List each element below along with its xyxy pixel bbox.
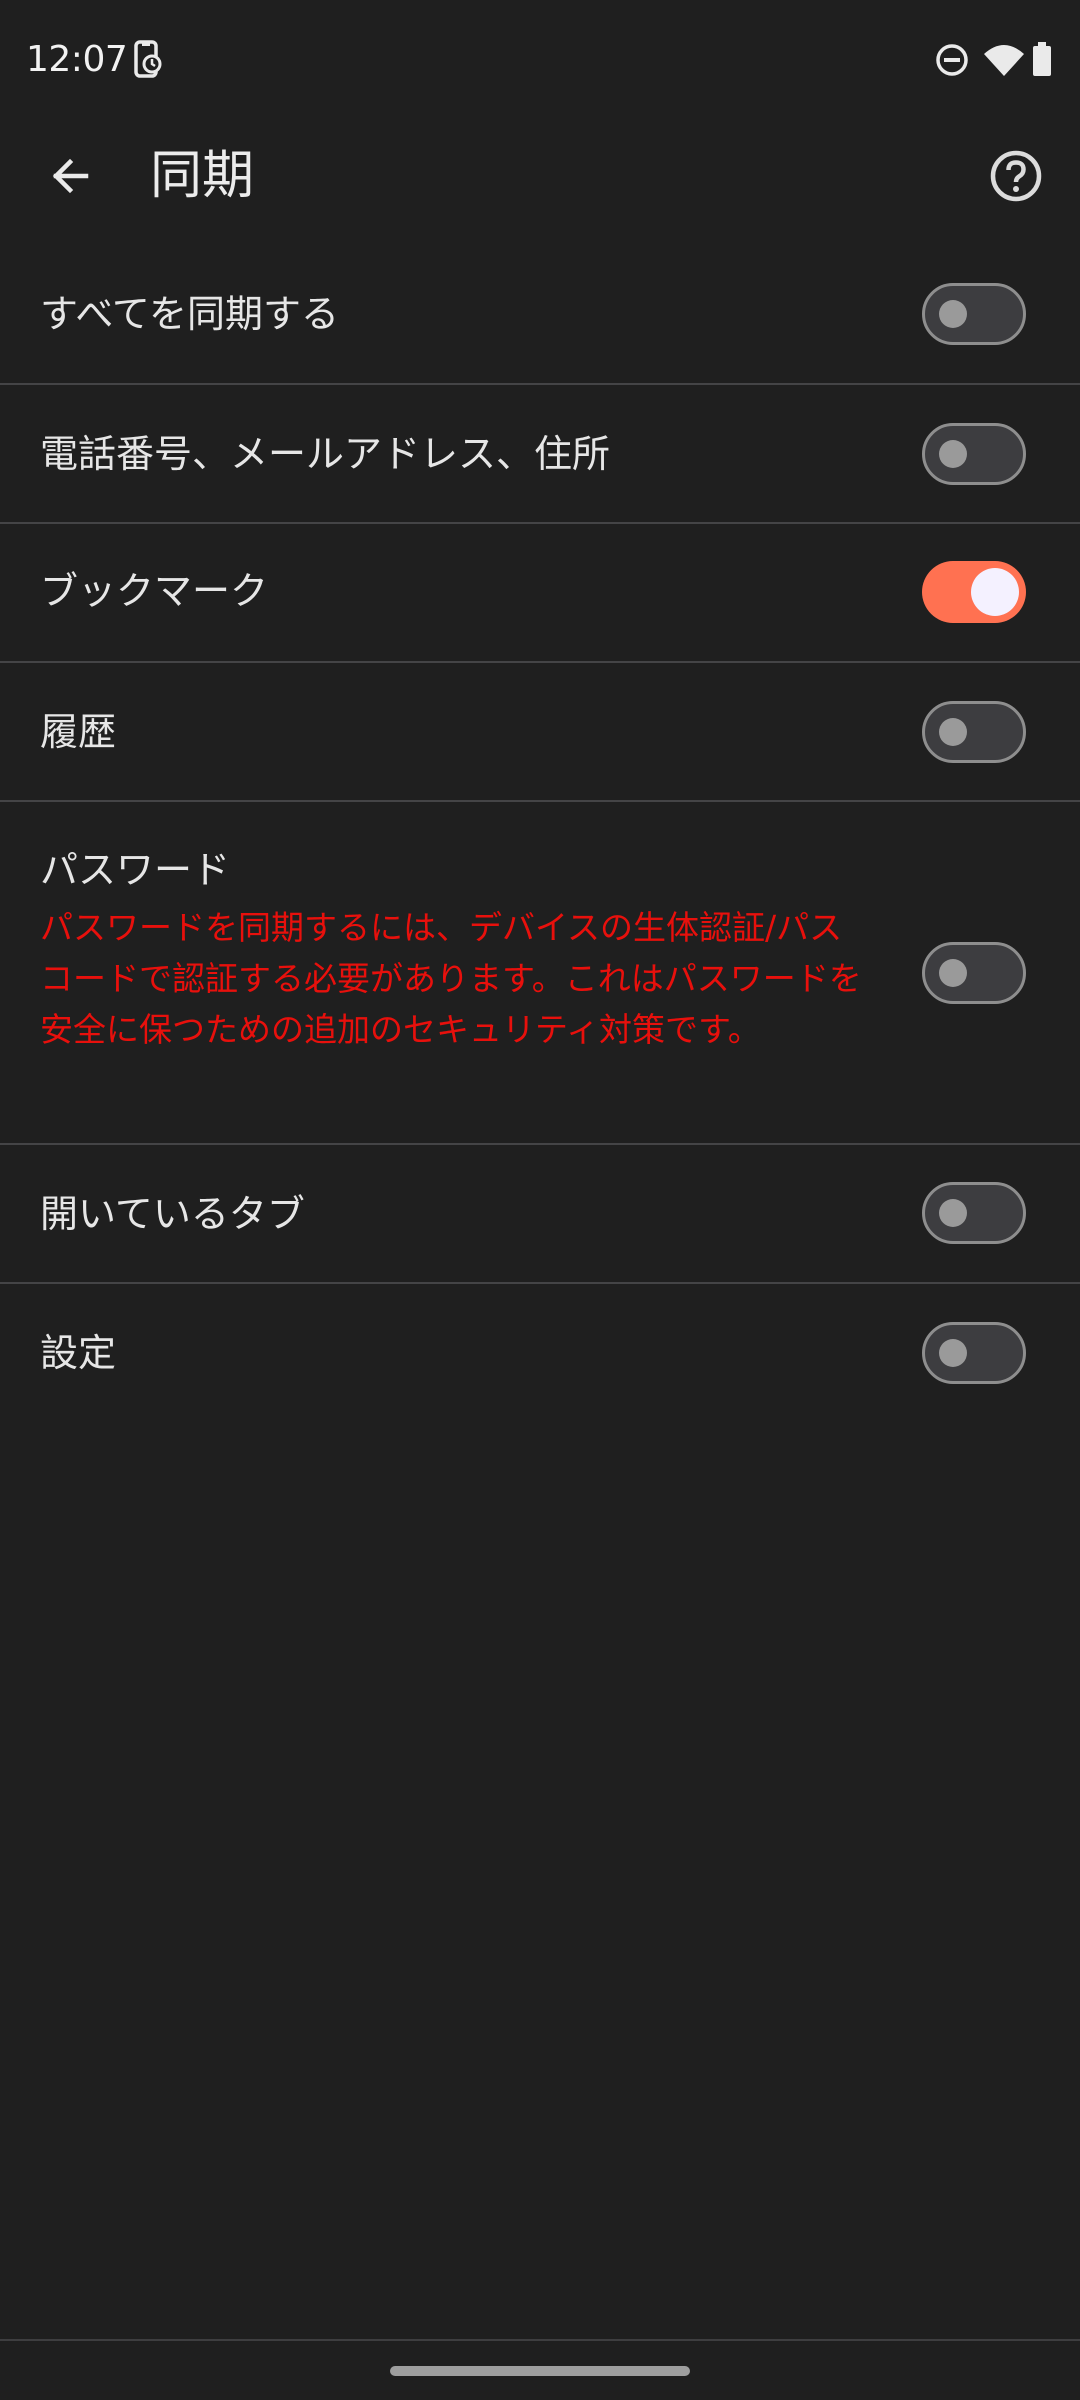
bookmarks-label: ブックマーク: [40, 569, 269, 613]
back-button[interactable]: [26, 132, 114, 220]
passwords-row[interactable]: パスワード パスワードを同期するには、デバイスの生体認証/パスコードで認証する必…: [0, 802, 1080, 1145]
sync-all-label: すべてを同期する: [40, 292, 340, 336]
toggle-knob: [971, 568, 1019, 616]
page-title: 同期: [150, 146, 255, 206]
toggle-knob: [939, 718, 967, 746]
bookmarks-row[interactable]: ブックマーク: [0, 524, 1080, 663]
history-toggle[interactable]: [922, 701, 1026, 763]
gesture-nav-handle[interactable]: [390, 2366, 690, 2376]
toggle-knob: [939, 300, 967, 328]
bookmarks-toggle[interactable]: [922, 561, 1026, 623]
toggle-knob: [939, 440, 967, 468]
help-button[interactable]: [972, 132, 1060, 220]
settings-label: 設定: [40, 1331, 117, 1375]
open-tabs-toggle[interactable]: [922, 1182, 1026, 1244]
contact-info-toggle[interactable]: [922, 423, 1026, 485]
contact-info-row[interactable]: 電話番号、メールアドレス、住所: [0, 385, 1080, 524]
sync-all-toggle[interactable]: [922, 283, 1026, 345]
open-tabs-row[interactable]: 開いているタブ: [0, 1145, 1080, 1284]
settings-row[interactable]: 設定: [0, 1284, 1080, 1423]
nav-divider: [0, 2339, 1080, 2341]
sync-all-row[interactable]: すべてを同期する: [0, 245, 1080, 385]
open-tabs-label: 開いているタブ: [40, 1192, 305, 1236]
battery-icon: [1030, 38, 1056, 82]
status-time: 12:07: [26, 39, 128, 80]
passwords-warning-text: パスワードを同期するには、デバイスの生体認証/パスコードで認証する必要があります…: [40, 908, 862, 1049]
toggle-knob: [939, 959, 967, 987]
dnd-icon: [930, 38, 974, 82]
passwords-toggle[interactable]: [922, 942, 1026, 1004]
history-label: 履歴: [40, 710, 117, 754]
toggle-knob: [939, 1339, 967, 1367]
help-circle-icon: [990, 150, 1042, 202]
app-bar: 同期: [0, 120, 1080, 232]
history-row[interactable]: 履歴: [0, 663, 1080, 802]
arrow-back-icon: [52, 158, 89, 194]
passwords-label: パスワード: [40, 848, 231, 892]
toggle-knob: [939, 1199, 967, 1227]
screen-record-icon: [126, 38, 170, 82]
contact-info-label: 電話番号、メールアドレス、住所: [40, 432, 611, 476]
status-bar: 12:07: [0, 0, 1080, 120]
settings-toggle[interactable]: [922, 1322, 1026, 1384]
wifi-icon: [982, 38, 1026, 82]
sync-settings-list: すべてを同期する 電話番号、メールアドレス、住所 ブックマーク 履歴 パスワード…: [0, 245, 1080, 1423]
